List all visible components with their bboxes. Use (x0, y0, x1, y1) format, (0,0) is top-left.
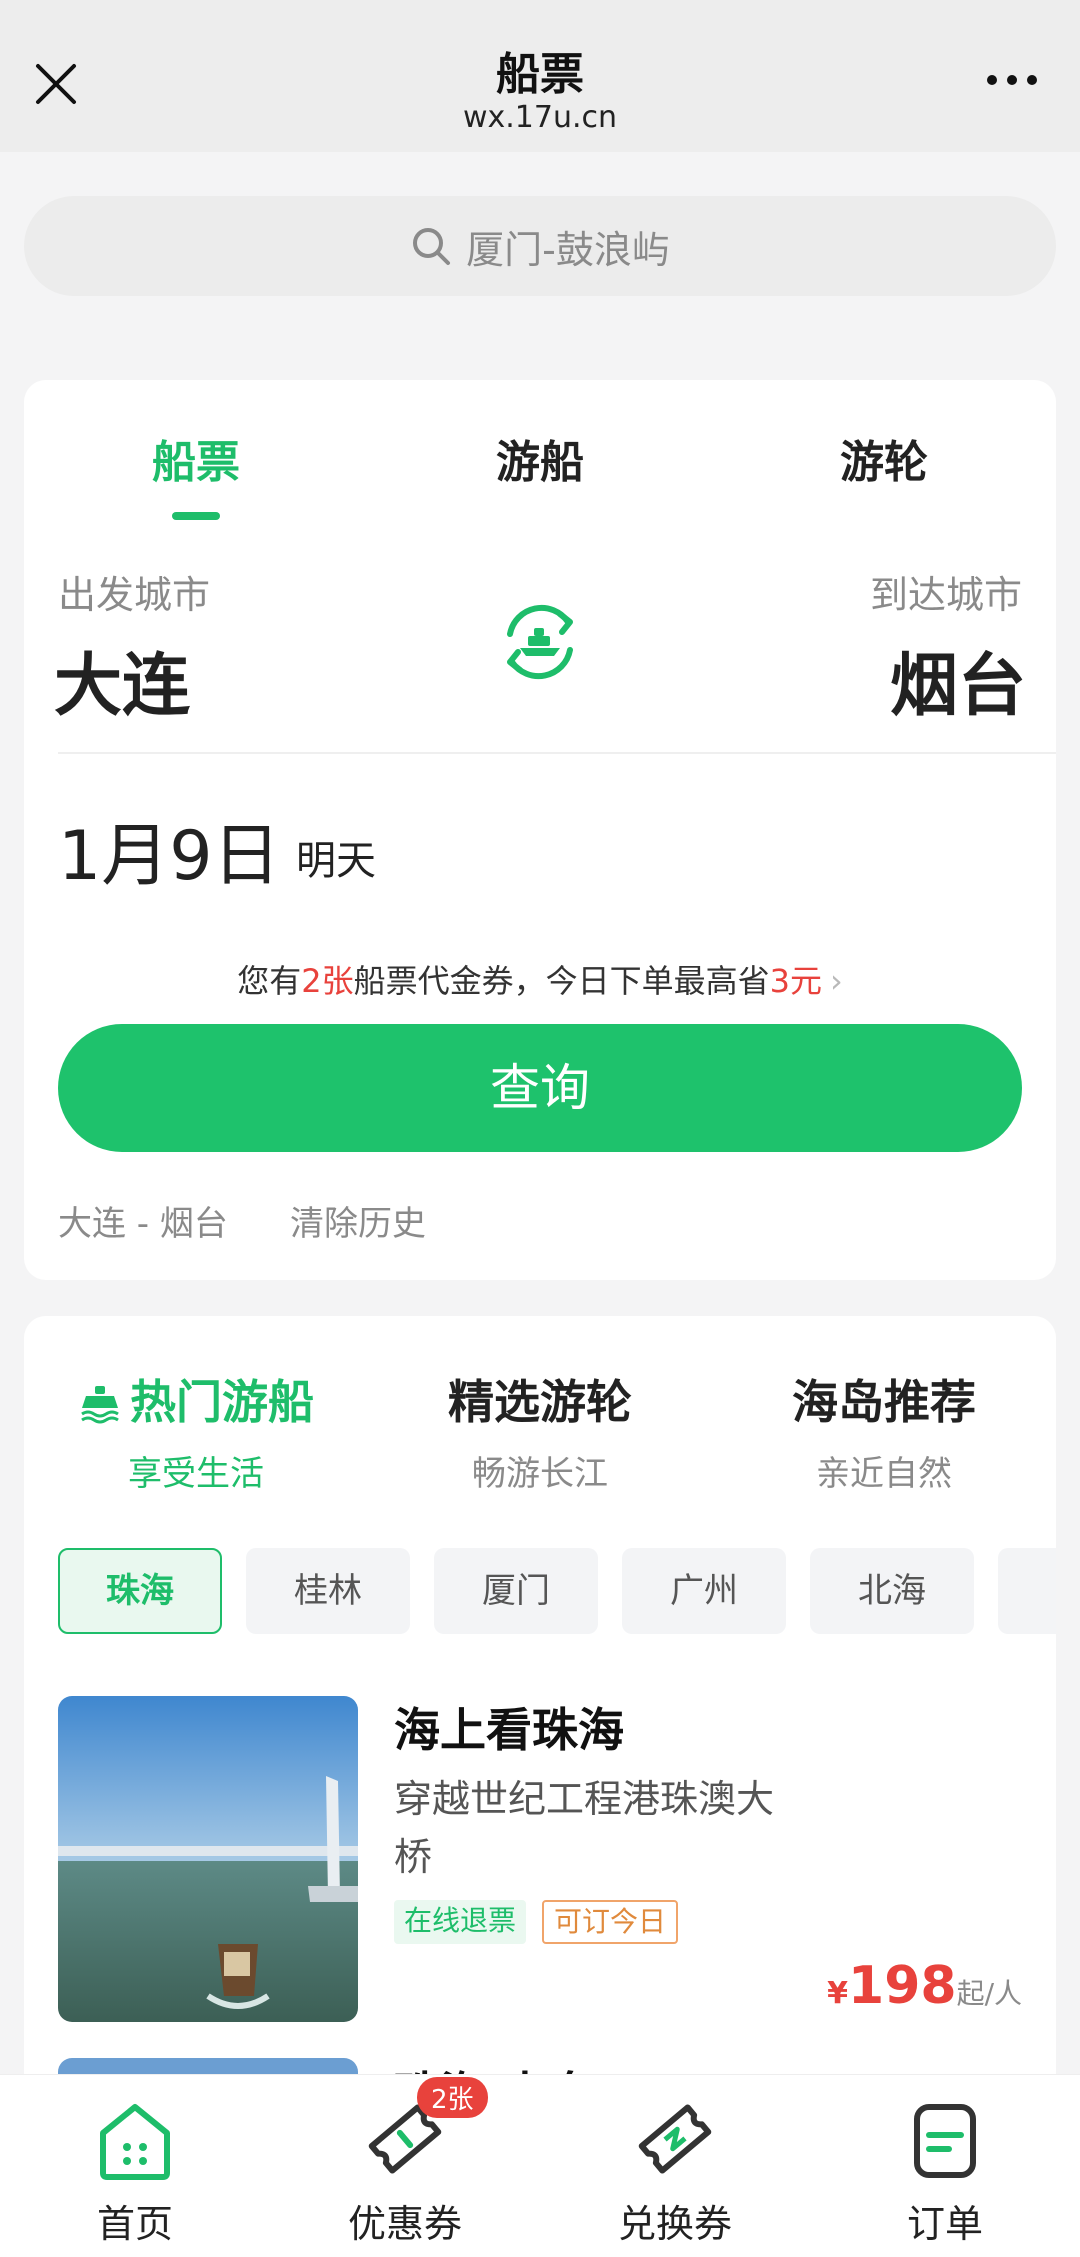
category-subtitle: 亲近自然 (816, 1454, 952, 1494)
home-icon (100, 2104, 170, 2180)
city-chip-guilin[interactable]: 桂林 (246, 1548, 410, 1634)
product-image[interactable] (58, 1696, 358, 2022)
swap-cities-icon[interactable] (490, 592, 590, 692)
search-bar[interactable]: 厦门-鼓浪屿 (24, 196, 1056, 296)
category-title: 海岛推荐 (792, 1375, 976, 1429)
category-title: 热门游船 (130, 1375, 314, 1429)
city-chip-partial[interactable]: 台 (998, 1548, 1056, 1634)
bottom-nav: 首页 2张 优惠券 兑换券 订单 (0, 2074, 1080, 2257)
history-route[interactable]: 大连 - 烟台 (58, 1196, 228, 1245)
recommend-card: 热门游船 享受生活 精选游轮 畅游长江 海岛推荐 亲近自然 珠海 桂林 厦门 广州 北海… (24, 1316, 1056, 2116)
search-placeholder: 厦门-鼓浪屿 (466, 227, 670, 272)
tag-online-refund: 在线退票 (394, 1900, 527, 1944)
nav-coupon[interactable]: 2张 优惠券 (305, 2077, 505, 2248)
city-chip-list: 珠海桂林厦门广州北海台 (58, 1548, 1056, 1634)
chevron-right-icon: › (829, 962, 843, 1000)
product-title[interactable]: 海上看珠海 (394, 1694, 624, 1760)
city-chip-xiamen[interactable]: 厦门 (434, 1548, 598, 1634)
exchange-ticket-icon (638, 2104, 712, 2174)
nav-label: 订单 (906, 2202, 983, 2246)
date-relative-label: 明天 (296, 838, 376, 884)
price-unit: 起/人 (956, 1977, 1022, 2010)
divider (58, 752, 1056, 754)
query-button[interactable]: 查询 (58, 1024, 1022, 1152)
order-icon (914, 2104, 976, 2178)
nav-label: 兑换券 (617, 2202, 732, 2246)
city-chip-beihai[interactable]: 北海 (810, 1548, 974, 1634)
category-hot-cruise[interactable]: 热门游船 享受生活 (24, 1366, 368, 1495)
price-value: 198 (848, 1956, 957, 2016)
city-chip-guangzhou[interactable]: 广州 (622, 1548, 786, 1634)
ship-icon (81, 1386, 119, 1424)
tab-cruise-boat[interactable]: 游船 (368, 426, 712, 490)
to-city[interactable]: 烟台 (890, 630, 1026, 729)
category-subtitle: 享受生活 (128, 1454, 264, 1494)
departure-date[interactable]: 1月9日 (58, 800, 281, 899)
coupon-count: 2张 (301, 962, 354, 1000)
coupon-middle: 船票代金券，今日下单最高省 (353, 962, 770, 1000)
coupon-badge: 2张 (417, 2077, 488, 2118)
more-menu-icon[interactable] (982, 70, 1046, 100)
category-title: 精选游轮 (448, 1375, 632, 1429)
booking-card: 船票 游船 游轮 出发城市 大连 到达城市 烟台 1月9日 明天 您有2张船票代… (24, 380, 1056, 1280)
page-title: 船票 (496, 49, 584, 100)
product-description: 穿越世纪工程港珠澳大桥 (394, 1777, 775, 1879)
nav-label: 优惠券 (347, 2202, 462, 2246)
from-city-label: 出发城市 (58, 573, 211, 617)
category-cruise-ship[interactable]: 精选游轮 畅游长江 (368, 1366, 712, 1495)
coupon-prefix: 您有 (237, 962, 302, 1000)
bridge-photo (58, 1696, 358, 2022)
clear-history-button[interactable]: 清除历史 (290, 1196, 426, 1245)
booking-tabs: 船票 游船 游轮 (24, 380, 1056, 520)
nav-exchange-ticket[interactable]: 兑换券 (575, 2093, 775, 2248)
tag-book-today: 可订今日 (542, 1900, 679, 1944)
tab-ferry-ticket[interactable]: 船票 (24, 426, 368, 490)
category-island[interactable]: 海岛推荐 亲近自然 (712, 1366, 1056, 1495)
nav-order[interactable]: 订单 (845, 2093, 1045, 2248)
category-subtitle: 畅游长江 (472, 1454, 608, 1494)
coupon-notice[interactable]: 您有2张船票代金券，今日下单最高省3元 › (24, 956, 1056, 1002)
tab-cruise-ship[interactable]: 游轮 (712, 426, 1056, 490)
city-chip-zhuhai[interactable]: 珠海 (58, 1548, 222, 1634)
top-bar: 船票 wx.17u.cn (0, 0, 1080, 152)
nav-home[interactable]: 首页 (35, 2093, 235, 2248)
price-currency: ¥ (827, 1976, 849, 2011)
nav-label: 首页 (96, 2202, 173, 2246)
page-domain: wx.17u.cn (462, 100, 618, 135)
from-city[interactable]: 大连 (54, 630, 190, 729)
coupon-amount: 3元 (769, 962, 822, 1000)
to-city-label: 到达城市 (869, 573, 1022, 617)
product-price: ¥198起/人 (827, 1956, 1022, 2016)
active-tab-indicator (172, 512, 220, 520)
search-icon (413, 228, 451, 265)
